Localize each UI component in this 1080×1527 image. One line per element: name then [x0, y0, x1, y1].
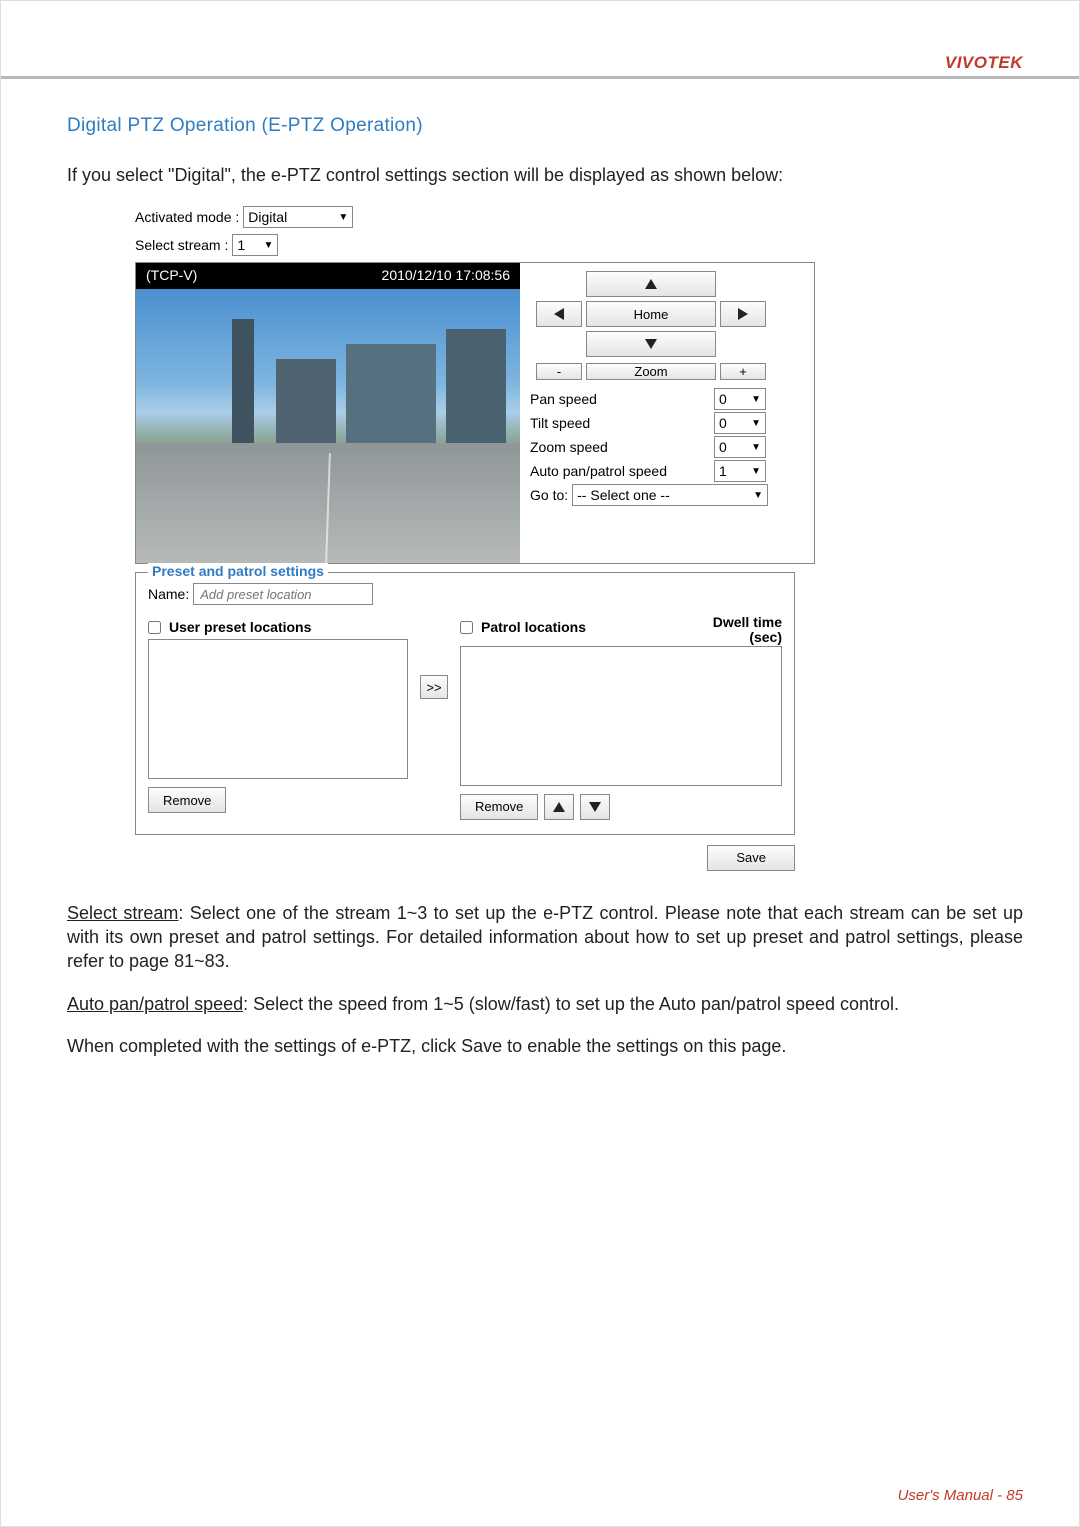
zoom-out-button[interactable]: - — [536, 363, 582, 380]
chevron-down-icon: ▼ — [338, 212, 348, 223]
activated-mode-value: Digital — [248, 209, 287, 225]
pan-speed-select[interactable]: 0 ▼ — [714, 388, 766, 410]
auto-speed-select[interactable]: 1 ▼ — [714, 460, 766, 482]
preset-patrol-fieldset: Preset and patrol settings Name: User pr… — [135, 572, 795, 835]
zoom-speed-label: Zoom speed — [530, 439, 608, 455]
paragraph-auto-speed: Auto pan/patrol speed: Select the speed … — [67, 992, 1023, 1016]
user-preset-listbox[interactable] — [148, 639, 408, 779]
chevron-down-icon: ▼ — [751, 466, 761, 477]
move-right-button[interactable]: >> — [420, 675, 448, 699]
user-preset-checkbox[interactable] — [148, 621, 161, 634]
fieldset-legend: Preset and patrol settings — [148, 563, 328, 579]
tilt-speed-label: Tilt speed — [530, 415, 590, 431]
chevron-down-icon: ▼ — [751, 418, 761, 429]
tilt-speed-value: 0 — [719, 415, 727, 431]
section-title: Digital PTZ Operation (E-PTZ Operation) — [67, 115, 1023, 137]
save-button[interactable]: Save — [707, 845, 795, 871]
name-label: Name: — [148, 586, 189, 602]
triangle-left-icon — [554, 308, 564, 320]
left-button[interactable] — [536, 301, 582, 327]
triangle-up-icon — [645, 279, 657, 289]
select-stream-underline: Select stream — [67, 903, 178, 923]
tilt-speed-select[interactable]: 0 ▼ — [714, 412, 766, 434]
video-timestamp: 2010/12/10 17:08:56 — [382, 267, 510, 283]
up-button[interactable] — [586, 271, 716, 297]
footer-text: User's Manual - 85 — [898, 1487, 1023, 1504]
chevron-down-icon: ▼ — [753, 490, 763, 501]
patrol-move-down-button[interactable] — [580, 794, 610, 820]
zoom-label: Zoom — [586, 363, 716, 380]
triangle-right-icon — [738, 308, 748, 320]
right-button[interactable] — [720, 301, 766, 327]
patrol-checkbox[interactable] — [460, 621, 473, 634]
brand-text: VIVOTEK — [945, 53, 1023, 73]
patrol-listbox[interactable] — [460, 646, 782, 786]
preset-name-input[interactable] — [193, 583, 373, 605]
auto-speed-label: Auto pan/patrol speed — [530, 463, 667, 479]
video-title: (TCP-V) — [146, 267, 197, 283]
home-button[interactable]: Home — [586, 301, 716, 327]
zoom-in-button[interactable]: + — [720, 363, 766, 380]
dwell-time-label1: Dwell time — [713, 615, 782, 630]
down-button[interactable] — [586, 331, 716, 357]
patrol-header: Patrol locations — [481, 619, 586, 635]
pan-speed-label: Pan speed — [530, 391, 597, 407]
chevron-down-icon: ▼ — [751, 442, 761, 453]
goto-select[interactable]: -- Select one -- ▼ — [572, 484, 768, 506]
paragraph-completed: When completed with the settings of e-PT… — [67, 1034, 1023, 1058]
zoom-speed-select[interactable]: 0 ▼ — [714, 436, 766, 458]
select-stream-select[interactable]: 1 ▼ — [232, 234, 278, 256]
activated-mode-label: Activated mode : — [135, 209, 239, 225]
triangle-down-icon — [645, 339, 657, 349]
select-stream-rest: : Select one of the stream 1~3 to set up… — [67, 903, 1023, 972]
zoom-speed-value: 0 — [719, 439, 727, 455]
dwell-time-label2: (sec) — [713, 630, 782, 645]
auto-speed-value: 1 — [719, 463, 727, 479]
video-preview: (TCP-V) 2010/12/10 17:08:56 — [136, 263, 520, 563]
auto-speed-underline: Auto pan/patrol speed — [67, 994, 243, 1014]
intro-text: If you select "Digital", the e-PTZ contr… — [67, 165, 1023, 186]
activated-mode-select[interactable]: Digital ▼ — [243, 206, 353, 228]
auto-speed-rest: : Select the speed from 1~5 (slow/fast) … — [243, 994, 899, 1014]
user-preset-header: User preset locations — [169, 619, 311, 635]
remove-user-preset-button[interactable]: Remove — [148, 787, 226, 813]
select-stream-value: 1 — [237, 237, 245, 253]
chevron-down-icon: ▼ — [263, 240, 273, 251]
triangle-up-icon — [553, 802, 565, 812]
goto-label: Go to: — [530, 487, 568, 503]
goto-value: -- Select one -- — [577, 487, 670, 503]
remove-patrol-button[interactable]: Remove — [460, 794, 538, 820]
select-stream-label: Select stream : — [135, 237, 228, 253]
paragraph-select-stream: Select stream: Select one of the stream … — [67, 901, 1023, 974]
pan-speed-value: 0 — [719, 391, 727, 407]
chevron-down-icon: ▼ — [751, 394, 761, 405]
patrol-move-up-button[interactable] — [544, 794, 574, 820]
triangle-down-icon — [589, 802, 601, 812]
